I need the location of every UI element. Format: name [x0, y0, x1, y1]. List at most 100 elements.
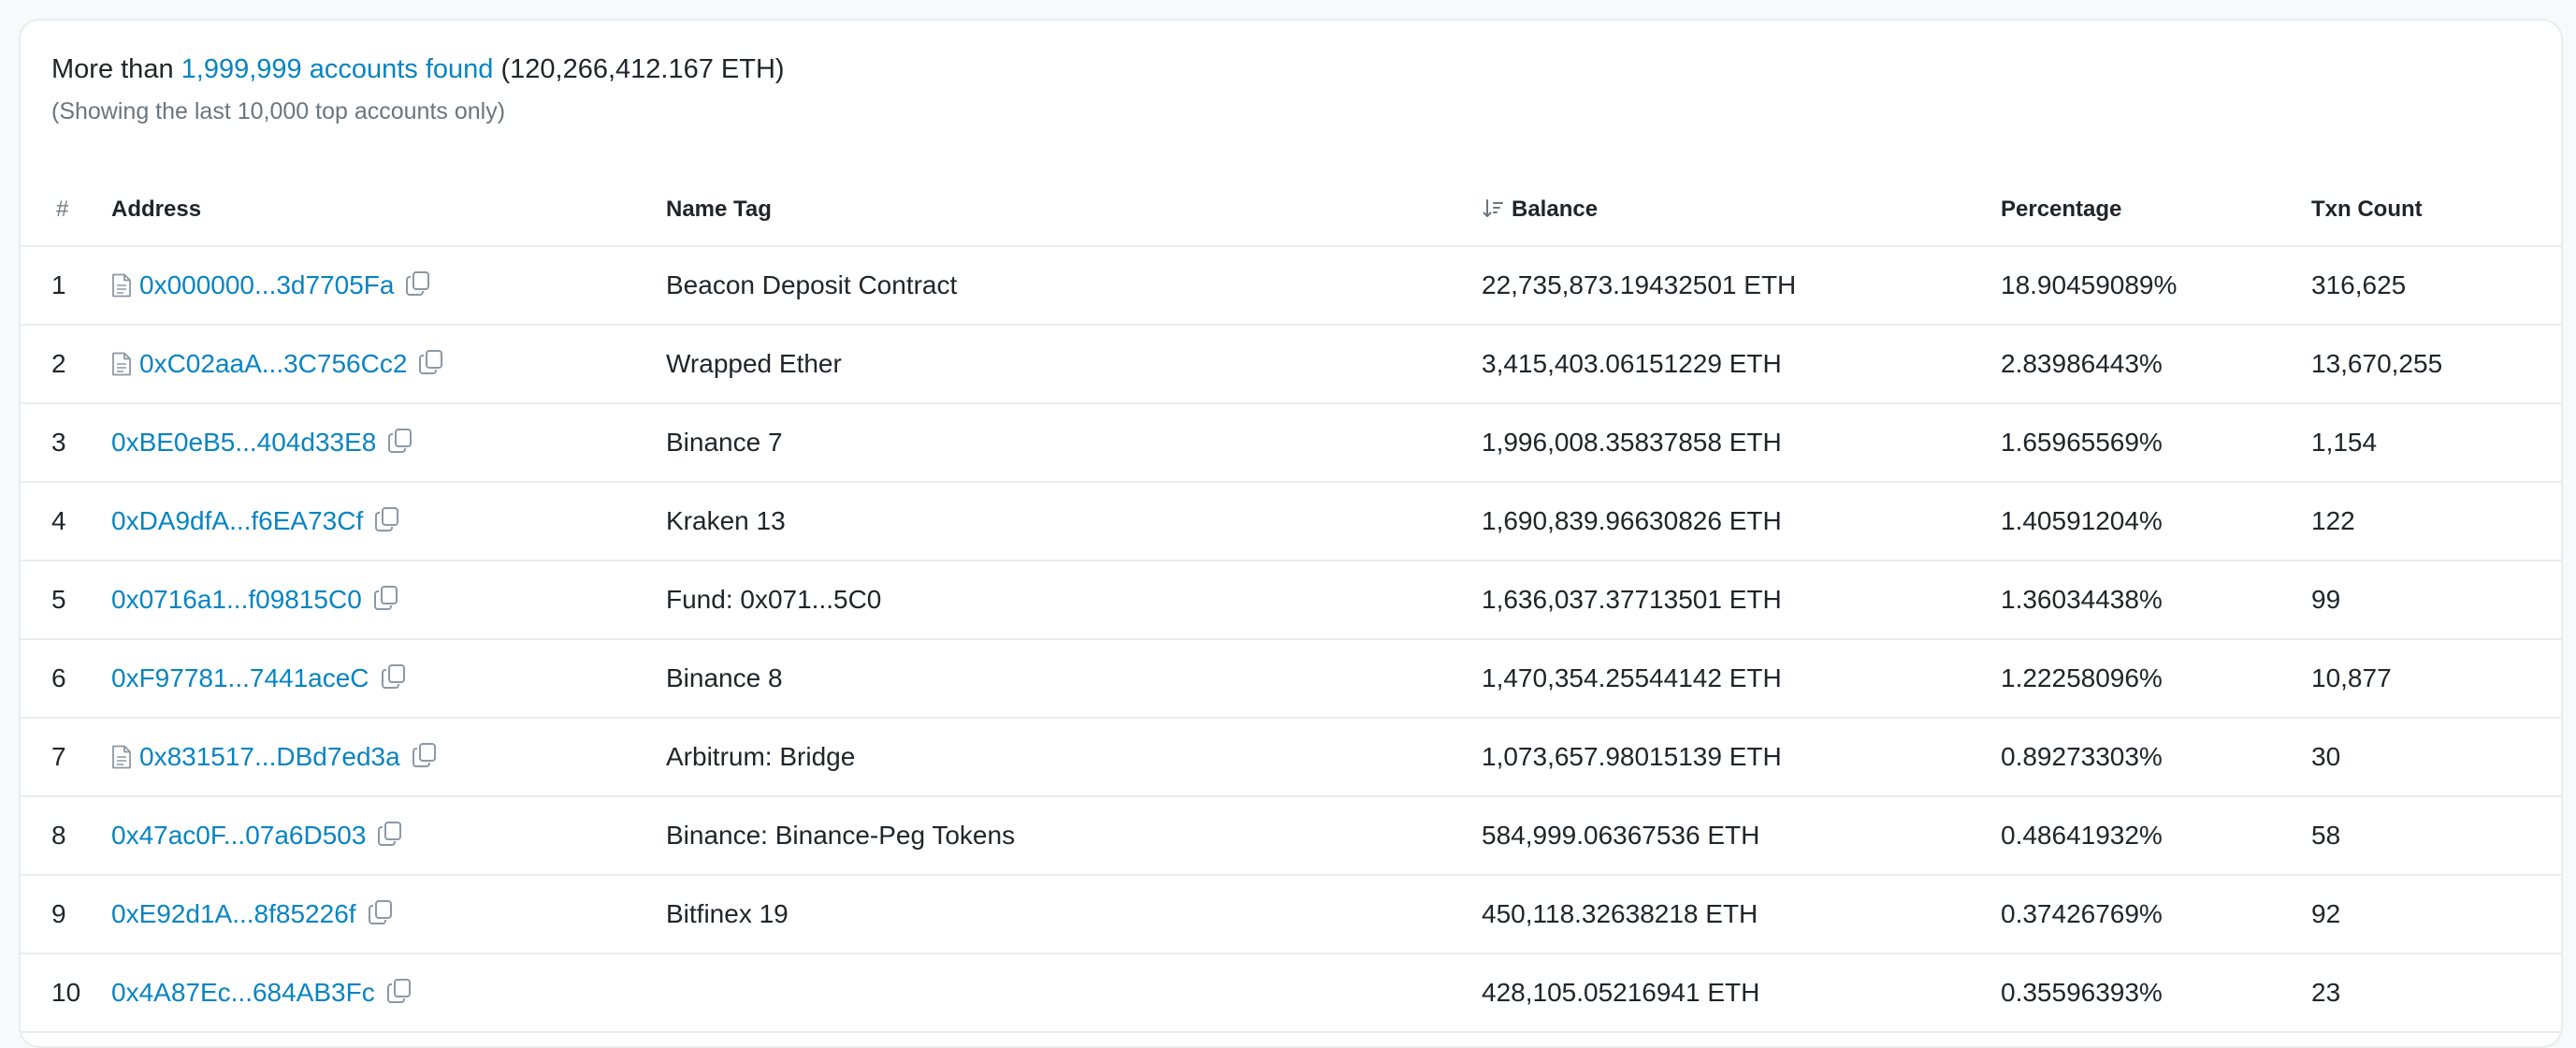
- copy-icon[interactable]: [386, 978, 412, 1004]
- table-row: 5 0x0716a1...f09815C0 Fund: 0x071...5C0 1,6…: [21, 561, 2561, 640]
- address-cell: 0x000000...3d7705Fa: [111, 247, 431, 324]
- accounts-found-link[interactable]: 1,999,999 accounts found: [181, 54, 494, 84]
- table-row: 10 0x4A87Ec...684AB3Fc 428,105.05216941 ET…: [21, 954, 2561, 1033]
- rank-cell: 9: [51, 899, 66, 928]
- percentage-cell: 1.65965569%: [2001, 428, 2163, 457]
- address-link[interactable]: 0xBE0eB5...404d33E8: [111, 428, 376, 457]
- balance-cell: 1,470,354.25544142 ETH: [1482, 663, 1782, 692]
- txn-count-cell: 1,154: [2311, 428, 2378, 457]
- balance-cell: 1,636,037.37713501 ETH: [1482, 585, 1782, 614]
- address-link[interactable]: 0x831517...DBd7ed3a: [139, 742, 400, 771]
- name-tag-cell: Binance: Binance-Peg Tokens: [666, 821, 1016, 850]
- address-link[interactable]: 0xC02aaA...3C756Cc2: [139, 349, 407, 378]
- percentage-cell: 1.22258096%: [2001, 663, 2163, 692]
- balance-cell: 584,999.06367536 ETH: [1482, 821, 1760, 850]
- rank-cell: 10: [51, 978, 81, 1007]
- address-link[interactable]: 0xF97781...7441aceC: [111, 663, 369, 692]
- address-cell: 0xBE0eB5...404d33E8: [111, 404, 413, 481]
- copy-icon[interactable]: [373, 585, 399, 611]
- name-tag-cell: Arbitrum: Bridge: [666, 742, 856, 771]
- txn-count-cell: 13,670,255: [2311, 349, 2443, 378]
- address-cell: 0x47ac0F...07a6D503: [111, 797, 403, 874]
- address-link[interactable]: 0x4A87Ec...684AB3Fc: [111, 978, 375, 1007]
- address-cell: 0xDA9dfA...f6EA73Cf: [111, 483, 400, 560]
- table-row: 9 0xE92d1A...8f85226f Bitfinex 19 450,118.3…: [21, 876, 2561, 954]
- accounts-card: More than 1,999,999 accounts found (120,…: [19, 19, 2563, 1048]
- summary-total: (120,266,412.167 ETH): [500, 54, 785, 84]
- name-tag-cell: Wrapped Ether: [666, 349, 842, 378]
- percentage-cell: 0.48641932%: [2001, 821, 2163, 850]
- rank-cell: 5: [51, 585, 66, 614]
- percentage-cell: 1.40591204%: [2001, 506, 2163, 535]
- copy-icon[interactable]: [381, 663, 407, 690]
- address-cell: 0xC02aaA...3C756Cc2: [111, 326, 444, 402]
- percentage-cell: 0.89273303%: [2001, 742, 2163, 771]
- rank-cell: 4: [51, 506, 66, 535]
- name-tag-cell: Binance 8: [666, 663, 783, 692]
- address-cell: 0xF97781...7441aceC: [111, 640, 407, 717]
- name-tag-cell: Kraken 13: [666, 506, 786, 535]
- address-link[interactable]: 0xE92d1A...8f85226f: [111, 899, 356, 928]
- percentage-cell: 0.37426769%: [2001, 899, 2163, 928]
- txn-count-cell: 10,877: [2311, 663, 2392, 692]
- table-row: 2 0xC02aaA...3C756Cc2 Wrapped Ether 3,415,4…: [21, 326, 2561, 404]
- txn-count-cell: 30: [2311, 742, 2341, 771]
- summary-note: (Showing the last 10,000 top accounts on…: [51, 98, 506, 124]
- column-header-balance[interactable]: Balance: [1482, 172, 1598, 247]
- address-link[interactable]: 0x000000...3d7705Fa: [139, 270, 394, 299]
- file-document-icon: [112, 273, 131, 298]
- file-document-icon: [112, 352, 131, 376]
- table-row: 6 0xF97781...7441aceC Binance 8 1,470,354.2…: [21, 640, 2561, 719]
- balance-cell: 1,073,657.98015139 ETH: [1482, 742, 1782, 771]
- balance-cell: 428,105.05216941 ETH: [1482, 978, 1760, 1007]
- summary-prefix: More than: [51, 54, 174, 84]
- name-tag-cell: Beacon Deposit Contract: [666, 270, 958, 299]
- copy-icon[interactable]: [374, 506, 400, 532]
- copy-icon[interactable]: [368, 899, 394, 925]
- sort-descending-icon[interactable]: [1482, 197, 1504, 220]
- table-header: # Address Name Tag Balance Percentage Tx…: [21, 172, 2561, 247]
- rank-cell: 2: [51, 349, 66, 378]
- address-link[interactable]: 0x0716a1...f09815C0: [111, 585, 362, 614]
- column-header-txn-count: Txn Count: [2311, 196, 2423, 222]
- rank-cell: 1: [51, 270, 66, 299]
- percentage-cell: 2.83986443%: [2001, 349, 2163, 378]
- percentage-cell: 18.90459089%: [2001, 270, 2178, 299]
- column-header-balance-label: Balance: [1512, 196, 1599, 222]
- rank-cell: 8: [51, 821, 66, 850]
- address-cell: 0xE92d1A...8f85226f: [111, 876, 394, 953]
- table-row: 8 0x47ac0F...07a6D503 Binance: Binance-Peg…: [21, 797, 2561, 876]
- column-header-address: Address: [111, 196, 202, 222]
- txn-count-cell: 23: [2311, 978, 2341, 1007]
- address-cell: 0x4A87Ec...684AB3Fc: [111, 954, 412, 1031]
- txn-count-cell: 122: [2311, 506, 2355, 535]
- rank-cell: 7: [51, 742, 66, 771]
- balance-cell: 1,996,008.35837858 ETH: [1482, 428, 1782, 457]
- name-tag-cell: Fund: 0x071...5C0: [666, 585, 882, 614]
- table-row: 1 0x000000...3d7705Fa Beacon Deposit Contr…: [21, 247, 2561, 326]
- txn-count-cell: 316,625: [2311, 270, 2407, 299]
- address-cell: 0x831517...DBd7ed3a: [111, 719, 438, 795]
- txn-count-cell: 92: [2311, 899, 2341, 928]
- rank-cell: 3: [51, 428, 66, 457]
- address-cell: 0x0716a1...f09815C0: [111, 561, 399, 638]
- address-link[interactable]: 0xDA9dfA...f6EA73Cf: [111, 506, 363, 535]
- copy-icon[interactable]: [387, 428, 413, 454]
- column-header-percentage: Percentage: [2001, 196, 2122, 222]
- address-link[interactable]: 0x47ac0F...07a6D503: [111, 821, 366, 850]
- table-row: 4 0xDA9dfA...f6EA73Cf Kraken 13 1,690,839.9…: [21, 483, 2561, 561]
- percentage-cell: 1.36034438%: [2001, 585, 2163, 614]
- balance-cell: 450,118.32638218 ETH: [1482, 899, 1758, 928]
- table-row: 7 0x831517...DBd7ed3a Arbitrum: Bridge 1,07…: [21, 719, 2561, 797]
- copy-icon[interactable]: [405, 270, 431, 297]
- name-tag-cell: Bitfinex 19: [666, 899, 789, 928]
- copy-icon[interactable]: [377, 821, 403, 847]
- txn-count-cell: 99: [2311, 585, 2341, 614]
- percentage-cell: 0.35596393%: [2001, 978, 2163, 1007]
- column-header-rank: #: [56, 196, 69, 222]
- file-document-icon: [112, 745, 131, 769]
- balance-cell: 1,690,839.96630826 ETH: [1482, 506, 1782, 535]
- copy-icon[interactable]: [412, 742, 438, 768]
- copy-icon[interactable]: [418, 349, 444, 375]
- txn-count-cell: 58: [2311, 821, 2341, 850]
